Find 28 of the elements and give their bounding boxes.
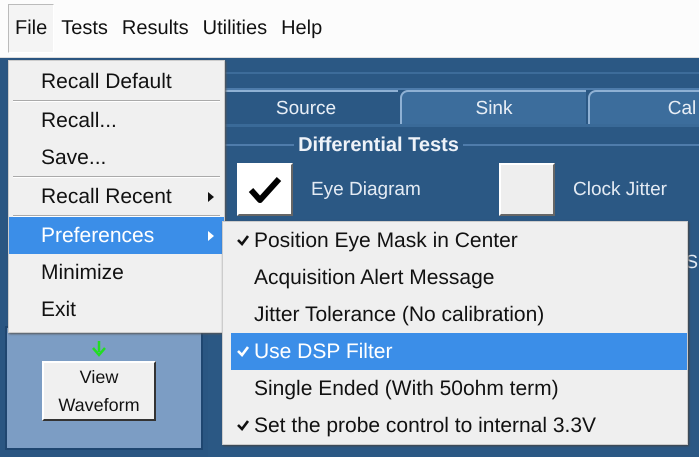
checkbox-label: Clock Jitter (573, 178, 667, 200)
menu-item[interactable]: Minimize (9, 254, 224, 291)
menu-item[interactable]: Single Ended (With 50ohm term) (231, 370, 687, 407)
checkbox[interactable] (237, 163, 293, 216)
checkmark-icon (236, 235, 248, 246)
submenu-arrow-icon (208, 192, 214, 202)
view-waveform-button[interactable]: View Waveform (42, 361, 156, 421)
menu-item[interactable]: Help (274, 4, 330, 53)
menu-item[interactable]: Recall Recent (9, 178, 224, 215)
menu-item[interactable]: Set the probe control to internal 3.3V (231, 407, 687, 444)
tab[interactable]: Sink (400, 90, 586, 124)
down-arrow-icon (92, 341, 106, 357)
checkbox[interactable] (499, 163, 555, 216)
checkmark-icon (236, 420, 248, 431)
checkmark-icon (248, 174, 282, 204)
checkbox-label: Eye Diagram (311, 178, 421, 200)
menu-item[interactable]: Results (114, 4, 196, 53)
submenu-arrow-icon (208, 230, 214, 240)
menu-item[interactable]: File (8, 4, 54, 53)
menu-item[interactable]: Position Eye Mask in Center (231, 222, 687, 259)
menu-item[interactable]: Jitter Tolerance (No calibration) (231, 296, 687, 333)
menu-item[interactable]: Save... (9, 139, 224, 176)
tab[interactable]: Cal (588, 90, 699, 124)
checkmark-icon (236, 346, 248, 357)
menu-item[interactable]: Tests (54, 4, 115, 53)
menu-item[interactable]: Utilities (196, 4, 274, 53)
menu-item[interactable]: Exit (9, 291, 224, 328)
menu-item[interactable]: Acquisition Alert Message (231, 259, 687, 296)
